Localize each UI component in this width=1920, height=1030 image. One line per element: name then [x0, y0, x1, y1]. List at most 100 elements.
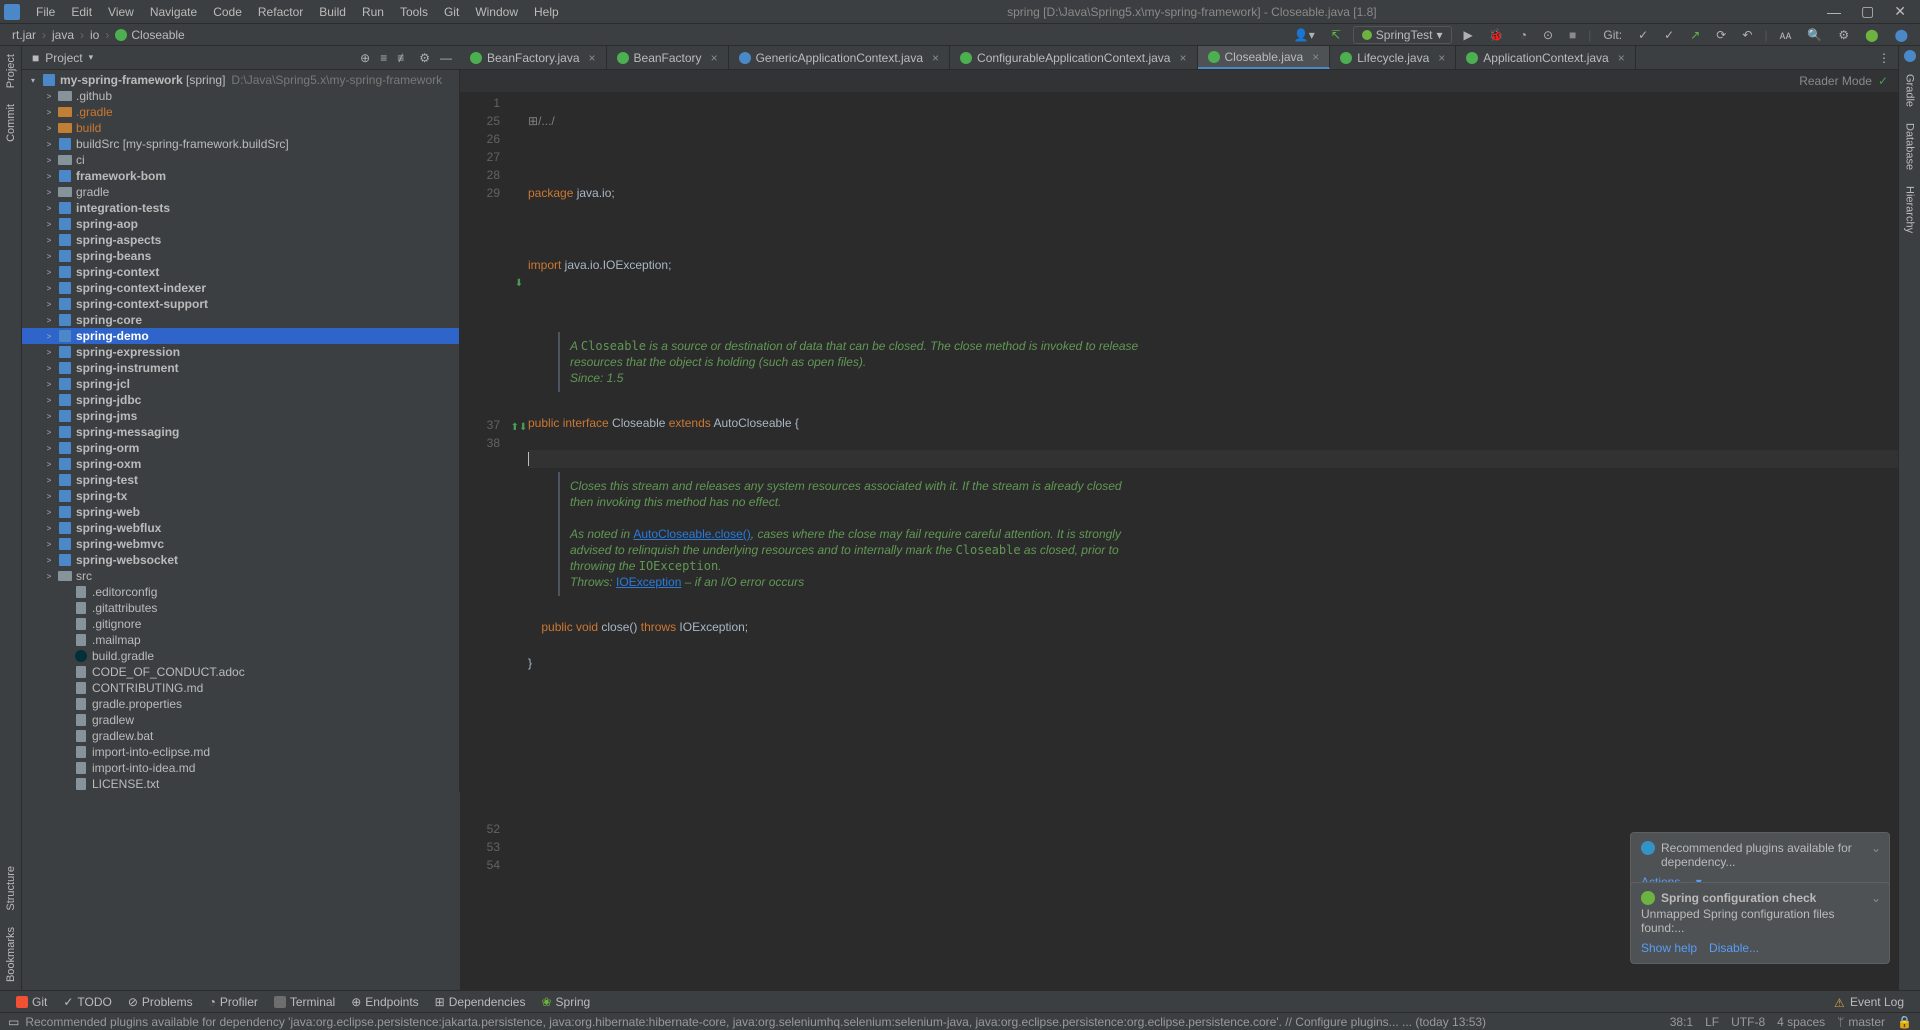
- hide-icon[interactable]: —: [440, 51, 452, 65]
- editor-tab[interactable]: ConfigurableApplicationContext.java×: [950, 46, 1197, 69]
- profile-button[interactable]: ⊙: [1539, 28, 1557, 42]
- settings-icon[interactable]: ⚙: [1834, 28, 1853, 42]
- tree-row[interactable]: >spring-messaging: [22, 424, 459, 440]
- status-endpoints[interactable]: ⊕Endpoints: [343, 995, 426, 1009]
- tree-row[interactable]: ▸gradlew: [22, 712, 459, 728]
- disable-link[interactable]: Disable...: [1709, 941, 1759, 955]
- close-tab-icon[interactable]: ×: [1179, 51, 1186, 65]
- expand-arrow-icon[interactable]: >: [44, 188, 54, 197]
- close-tab-icon[interactable]: ×: [711, 51, 718, 65]
- tree-row[interactable]: ▸LICENSE.txt: [22, 776, 459, 792]
- reader-mode-toggle[interactable]: Reader Mode ✓: [1799, 74, 1888, 88]
- tree-row[interactable]: ▸import-into-eclipse.md: [22, 744, 459, 760]
- menu-code[interactable]: Code: [205, 5, 250, 19]
- expand-arrow-icon[interactable]: >: [44, 380, 54, 389]
- database-tool-tab[interactable]: Database: [1902, 115, 1918, 178]
- tree-row[interactable]: >spring-context-indexer: [22, 280, 459, 296]
- expand-arrow-icon[interactable]: >: [44, 412, 54, 421]
- tabs-more-icon[interactable]: ⋮: [1870, 51, 1898, 65]
- tree-row[interactable]: >spring-aop: [22, 216, 459, 232]
- tree-row[interactable]: >.github: [22, 88, 459, 104]
- event-log[interactable]: ⚠Event Log: [1826, 995, 1912, 1009]
- tree-row[interactable]: >buildSrc [my-spring-framework.buildSrc]: [22, 136, 459, 152]
- addon-icon[interactable]: ⬤: [1861, 28, 1882, 42]
- expand-arrow-icon[interactable]: >: [44, 204, 54, 213]
- expand-arrow-icon[interactable]: >: [44, 556, 54, 565]
- close-tab-icon[interactable]: ×: [1312, 50, 1319, 64]
- tree-row[interactable]: >gradle: [22, 184, 459, 200]
- implements-icon[interactable]: ⬇: [515, 278, 523, 289]
- close-tab-icon[interactable]: ×: [589, 51, 596, 65]
- settings-icon[interactable]: ⚙: [419, 51, 430, 65]
- tree-row[interactable]: >spring-websocket: [22, 552, 459, 568]
- structure-tool-tab[interactable]: Structure: [3, 858, 19, 919]
- stop-button[interactable]: ■: [1565, 28, 1580, 42]
- tree-row[interactable]: ▸CODE_OF_CONDUCT.adoc: [22, 664, 459, 680]
- editor-tab[interactable]: BeanFactory×: [607, 46, 729, 69]
- git-push-icon[interactable]: ↗: [1686, 28, 1704, 42]
- expand-arrow-icon[interactable]: >: [44, 572, 54, 581]
- search-everywhere-icon[interactable]: 🔍: [1803, 28, 1826, 42]
- user-icon[interactable]: 👤▾: [1290, 28, 1319, 42]
- tree-row[interactable]: >integration-tests: [22, 200, 459, 216]
- tree-row[interactable]: >spring-web: [22, 504, 459, 520]
- git-update-icon[interactable]: ✓: [1634, 28, 1652, 42]
- menu-navigate[interactable]: Navigate: [142, 5, 205, 19]
- project-panel-selector[interactable]: ■Project▾: [22, 51, 103, 65]
- expand-arrow-icon[interactable]: >: [44, 540, 54, 549]
- menu-tools[interactable]: Tools: [392, 5, 436, 19]
- tree-row[interactable]: >spring-webflux: [22, 520, 459, 536]
- menu-view[interactable]: View: [100, 5, 142, 19]
- maximize-button[interactable]: ▢: [1851, 3, 1884, 20]
- editor-tab[interactable]: BeanFactory.java×: [460, 46, 607, 69]
- tree-row[interactable]: >spring-demo: [22, 328, 459, 344]
- tree-row[interactable]: >src: [22, 568, 459, 584]
- tree-root[interactable]: ▾ my-spring-framework [spring] D:\Java\S…: [22, 72, 459, 88]
- status-dependencies[interactable]: ⊞Dependencies: [427, 995, 534, 1009]
- tree-row[interactable]: >spring-orm: [22, 440, 459, 456]
- tree-row[interactable]: >spring-beans: [22, 248, 459, 264]
- indent-settings[interactable]: 4 spaces: [1777, 1015, 1825, 1029]
- tree-row[interactable]: >spring-test: [22, 472, 459, 488]
- expand-arrow-icon[interactable]: >: [44, 300, 54, 309]
- gradle-orb-icon[interactable]: [1904, 50, 1916, 62]
- expand-arrow-icon[interactable]: >: [44, 476, 54, 485]
- tree-row[interactable]: >spring-core: [22, 312, 459, 328]
- expand-arrow-icon[interactable]: >: [44, 220, 54, 229]
- menu-build[interactable]: Build: [311, 5, 354, 19]
- close-tab-icon[interactable]: ×: [1438, 51, 1445, 65]
- tree-row[interactable]: >spring-jcl: [22, 376, 459, 392]
- expand-arrow-icon[interactable]: >: [44, 460, 54, 469]
- git-history-icon[interactable]: ⟳: [1712, 28, 1730, 42]
- run-button[interactable]: ▶: [1460, 28, 1477, 42]
- line-ending[interactable]: LF: [1705, 1015, 1719, 1029]
- tree-row[interactable]: >spring-expression: [22, 344, 459, 360]
- gradle-tool-tab[interactable]: Gradle: [1902, 66, 1918, 115]
- minimize-button[interactable]: —: [1817, 4, 1851, 20]
- menu-help[interactable]: Help: [526, 5, 567, 19]
- editor-tab[interactable]: ApplicationContext.java×: [1456, 46, 1635, 69]
- expand-arrow-icon[interactable]: >: [44, 172, 54, 181]
- tree-row[interactable]: >spring-context-support: [22, 296, 459, 312]
- breadcrumb-current[interactable]: Closeable: [111, 28, 188, 42]
- menu-window[interactable]: Window: [467, 5, 526, 19]
- menu-file[interactable]: File: [28, 5, 63, 19]
- tree-row[interactable]: >spring-webmvc: [22, 536, 459, 552]
- expand-arrow-icon[interactable]: >: [44, 524, 54, 533]
- close-tab-icon[interactable]: ×: [1618, 51, 1625, 65]
- project-tool-tab[interactable]: Project: [3, 46, 19, 96]
- tree-row[interactable]: >ci: [22, 152, 459, 168]
- expand-arrow-icon[interactable]: >: [44, 268, 54, 277]
- tree-row[interactable]: ▸.gitattributes: [22, 600, 459, 616]
- expand-arrow-icon[interactable]: >: [44, 444, 54, 453]
- expand-arrow-icon[interactable]: >: [44, 108, 54, 117]
- menu-git[interactable]: Git: [436, 5, 467, 19]
- breadcrumb[interactable]: io: [86, 28, 103, 42]
- quick-access-icon[interactable]: ▭: [8, 1015, 19, 1029]
- close-tab-icon[interactable]: ×: [932, 51, 939, 65]
- commit-tool-tab[interactable]: Commit: [3, 96, 19, 150]
- expand-icon[interactable]: ≡: [380, 51, 387, 65]
- show-help-link[interactable]: Show help: [1641, 941, 1697, 955]
- status-todo[interactable]: ✓TODO: [55, 995, 120, 1009]
- menu-edit[interactable]: Edit: [63, 5, 100, 19]
